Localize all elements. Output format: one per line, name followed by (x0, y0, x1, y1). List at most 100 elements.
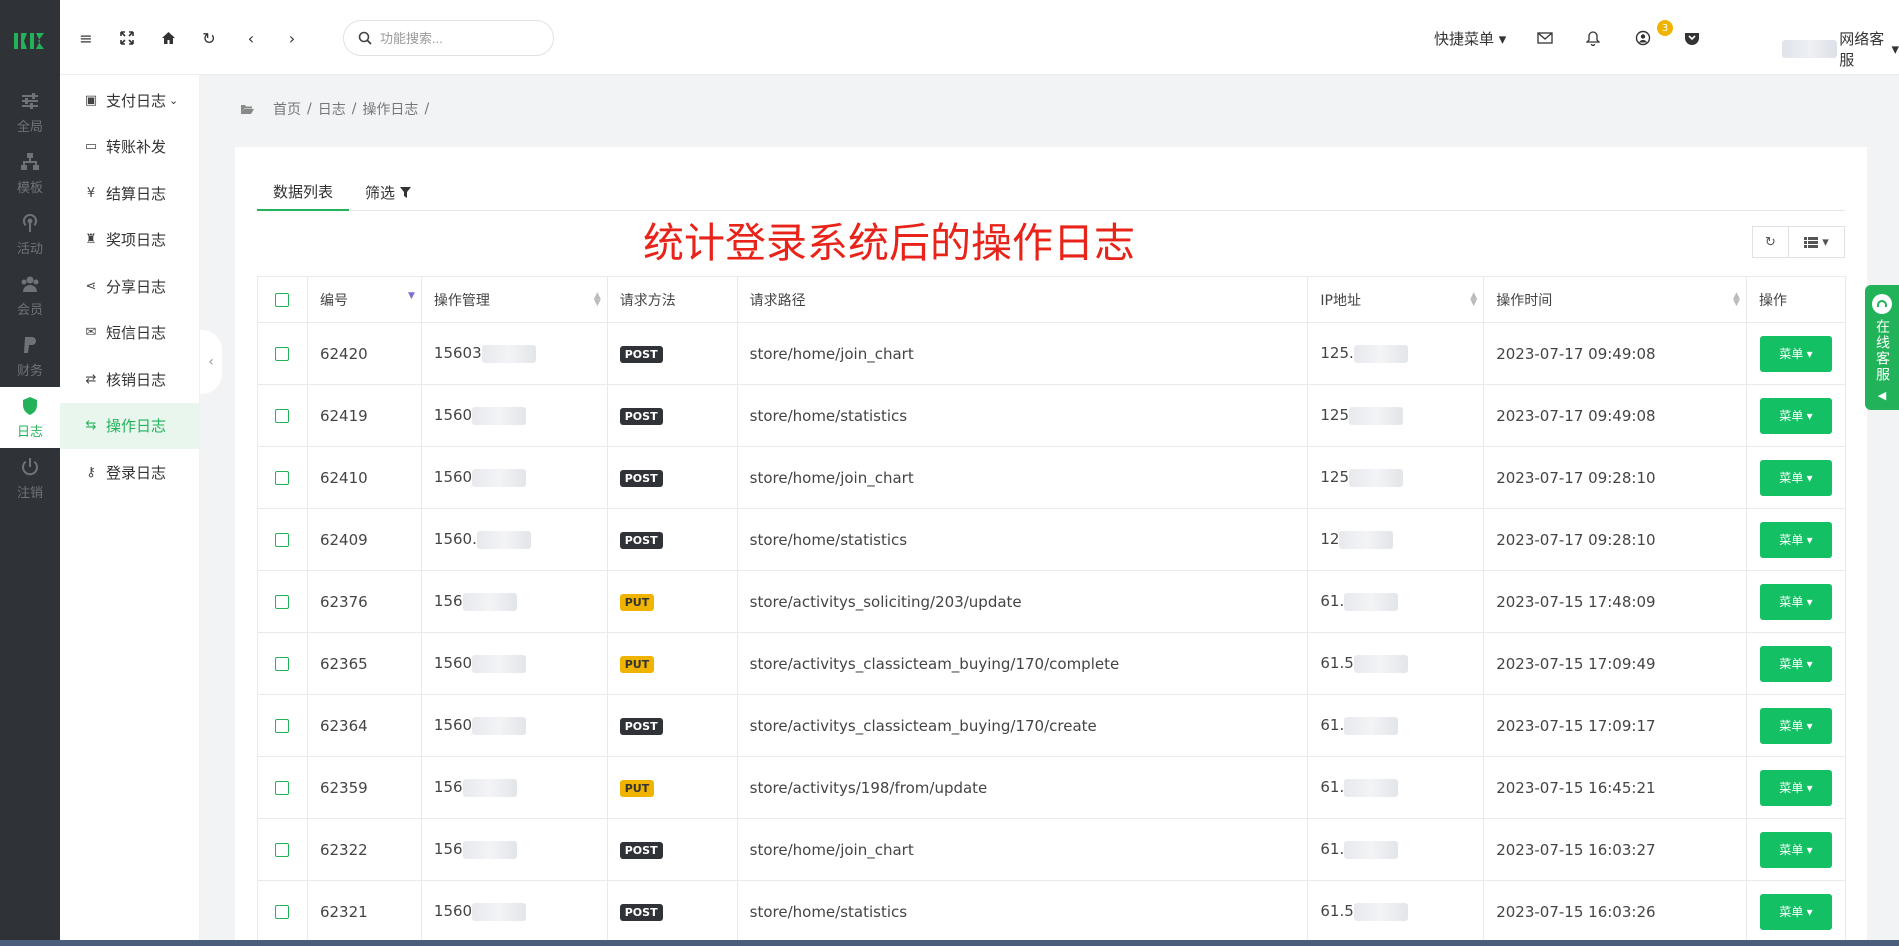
user-menu[interactable]: 网络客服 ▾ (1782, 28, 1899, 70)
search-box[interactable] (343, 20, 554, 56)
trophy-icon: ♜ (85, 232, 97, 248)
rail-item-1[interactable]: 模板 (0, 143, 60, 204)
rail-item-4[interactable]: 财务 (0, 326, 60, 387)
tab-data-list[interactable]: 数据列表 (257, 173, 350, 211)
search-input[interactable] (380, 30, 540, 46)
cell-time: 2023-07-17 09:28:10 (1483, 446, 1747, 509)
col-id[interactable]: 编号 ▼ (306, 276, 422, 323)
operator-value: 156 (433, 592, 463, 611)
row-checkbox[interactable] (275, 595, 290, 609)
exchange-icon: ⇆ (85, 418, 97, 434)
row-menu-button[interactable]: 菜单 ▾ (1759, 769, 1832, 806)
subnav-item-4[interactable]: ⋖ 分享日志 (60, 263, 199, 310)
method-badge: POST (619, 718, 663, 735)
row-checkbox[interactable] (275, 409, 290, 423)
col-operator[interactable]: 操作管理 ▲ ▼ (420, 276, 608, 323)
col-ip[interactable]: IP地址 ▲ ▼ (1307, 276, 1485, 323)
cell-method: POST (606, 322, 738, 385)
home-icon[interactable] (155, 25, 181, 51)
subnav-item-7[interactable]: ⇆ 操作日志 (60, 402, 199, 449)
row-menu-button[interactable]: 菜单 ▾ (1759, 397, 1832, 434)
mail-icon[interactable] (1532, 25, 1558, 51)
row-checkbox[interactable] (275, 905, 290, 919)
fullscreen-icon[interactable] (114, 25, 140, 51)
cell-action: 菜单 ▾ (1745, 694, 1847, 757)
rail-item-3[interactable]: 会员 (0, 265, 60, 326)
forward-icon[interactable]: › (279, 25, 305, 51)
subnav-item-1[interactable]: ▭ 转账补发 (60, 124, 199, 171)
col-time[interactable]: 操作时间 ▲ ▼ (1483, 276, 1747, 323)
row-menu-button[interactable]: 菜单 ▾ (1759, 583, 1832, 620)
row-menu-button[interactable]: 菜单 ▾ (1759, 521, 1832, 558)
subnav-item-8[interactable]: ⚷ 登录日志 (60, 449, 199, 496)
refresh-icon[interactable]: ↻ (196, 25, 222, 51)
calendar-check-icon: ▣ (84, 92, 98, 108)
breadcrumb-home[interactable]: 首页 (273, 99, 301, 119)
row-menu-button[interactable]: 菜单 ▾ (1759, 707, 1832, 744)
app-logo[interactable] (0, 0, 60, 82)
subnav-item-0[interactable]: ▣ 支付日志 ⌄ (60, 77, 199, 124)
subnav-item-3[interactable]: ♜ 奖项日志 (60, 217, 199, 264)
row-menu-button[interactable]: 菜单 ▾ (1759, 831, 1832, 868)
operation-log-table: 编号 ▼ 操作管理 ▲ ▼ 请求方法 请求路径 IP地址 ▲ ▼ 操作时间 ▲ ▼ 操作 62… (257, 276, 1847, 943)
subnav-item-6[interactable]: ⇄ 核销日志 (60, 356, 199, 403)
row-checkbox[interactable] (275, 719, 290, 733)
table-row: 62359 156 PUT store/activitys/198/from/upda… (257, 756, 1847, 819)
row-checkbox[interactable] (275, 657, 290, 671)
user-circle-icon[interactable] (1630, 25, 1656, 51)
operator-value: 156 (433, 840, 463, 859)
table-row: 62409 1560. POST store/home/statistics 12 202… (257, 508, 1847, 571)
ip-value: 61. (1320, 716, 1345, 735)
row-menu-button[interactable]: 菜单 ▾ (1759, 335, 1832, 372)
table-refresh-button[interactable]: ↻ (1752, 226, 1789, 258)
breadcrumb-operation-log[interactable]: 操作日志 (362, 99, 418, 119)
cell-action: 菜单 ▾ (1745, 570, 1847, 633)
row-checkbox[interactable] (275, 471, 290, 485)
back-icon[interactable]: ‹ (238, 25, 264, 51)
row-menu-button[interactable]: 菜单 ▾ (1759, 459, 1832, 496)
rail-item-5[interactable]: 日志 (0, 387, 60, 448)
redacted-blur (1353, 902, 1408, 921)
redacted-blur (462, 592, 517, 611)
collapse-sidebar-button[interactable]: ‹ (200, 330, 222, 394)
table-row: 62419 1560 POST store/home/statistics 125 202… (257, 384, 1847, 447)
cell-ip: 125 (1307, 384, 1485, 447)
online-service-label: 在线客服 (1874, 319, 1890, 383)
tab-bar: 数据列表 筛选 (257, 173, 1845, 211)
redacted-blur (1349, 468, 1404, 487)
breadcrumb: 首页 / 日志 / 操作日志 / (240, 99, 435, 119)
redacted-blur (462, 840, 517, 859)
avatar (1782, 40, 1838, 58)
select-cell (257, 880, 308, 943)
subnav-item-2[interactable]: ¥ 结算日志 (60, 170, 199, 217)
rail-item-label: 全局 (16, 120, 43, 135)
row-menu-button[interactable]: 菜单 ▾ (1759, 893, 1832, 930)
select-all-checkbox[interactable] (275, 292, 290, 307)
column-toggle-button[interactable]: ▾ (1789, 226, 1845, 258)
quick-menu-dropdown[interactable]: 快捷菜单 ▾ (1434, 28, 1506, 49)
row-menu-button[interactable]: 菜单 ▾ (1759, 645, 1832, 682)
cell-path: store/home/statistics (736, 508, 1309, 571)
menu-button-label: 菜单 (1779, 719, 1804, 733)
bell-icon[interactable] (1580, 25, 1606, 51)
row-checkbox[interactable] (275, 533, 290, 547)
menu-toggle-icon[interactable]: ≡ (73, 25, 99, 51)
online-service-tab[interactable]: 在线客服 ◀ (1865, 285, 1899, 410)
table-row: 62376 156 PUT store/activitys_soliciting/20… (257, 570, 1847, 633)
rail-item-6[interactable]: 注销 (0, 448, 60, 509)
rail-item-2[interactable]: 活动 (0, 204, 60, 265)
broadcast-icon (19, 212, 41, 234)
top-header: ≡ ↻ ‹ › 快捷菜单 ▾ 3 网络客服 ▾ (60, 0, 1899, 75)
pocket-icon[interactable] (1679, 25, 1705, 51)
tab-filter[interactable]: 筛选 (349, 173, 427, 211)
row-checkbox[interactable] (275, 347, 290, 361)
menu-button-label: 菜单 (1779, 843, 1804, 857)
method-badge: POST (619, 470, 663, 487)
breadcrumb-log[interactable]: 日志 (318, 99, 346, 119)
subnav-item-5[interactable]: ✉ 短信日志 (60, 310, 199, 357)
row-checkbox[interactable] (275, 843, 290, 857)
row-checkbox[interactable] (275, 781, 290, 795)
select-cell (257, 570, 308, 633)
rail-item-0[interactable]: 全局 (0, 82, 60, 143)
col-ip-label: IP地址 (1320, 292, 1361, 309)
